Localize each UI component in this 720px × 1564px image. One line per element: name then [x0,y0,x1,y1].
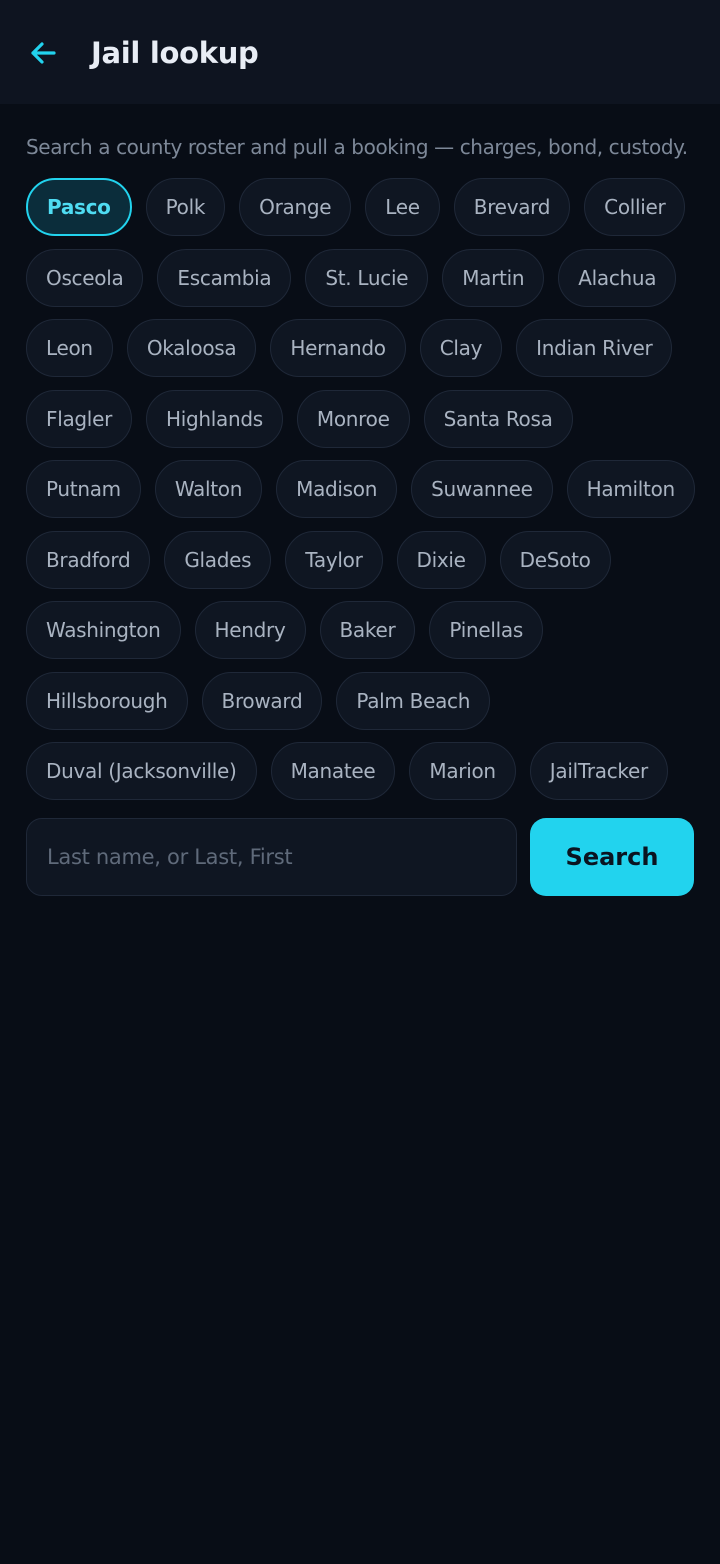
chip-row: Hillsborough Broward Palm Beach [26,671,698,730]
county-chip-baker[interactable]: Baker [319,601,416,659]
county-chip-washington[interactable]: Washington [26,601,181,659]
county-chip-pasco[interactable]: Pasco [26,178,132,236]
county-chip-osceola[interactable]: Osceola [26,248,144,307]
county-chip-clay[interactable]: Clay [419,319,503,377]
chip-row: Leon Okaloosa Hernando Clay Indian River [26,319,698,377]
county-chip-alachua[interactable]: Alachua [558,248,677,307]
county-chip-list: Pasco Polk Orange Lee Brevard Collier Osceola E… [26,178,698,813]
county-chip-orange[interactable]: Orange [239,178,352,236]
county-chip-hamilton[interactable]: Hamilton [566,460,695,518]
chip-row: Pasco Polk Orange Lee Brevard Collier [26,178,698,236]
county-chip-flagler[interactable]: Flagler [26,389,132,448]
chip-row: Duval (Jacksonville) Manatee Marion JailTra… [26,742,698,800]
chip-row: Osceola Escambia St. Lucie Martin Alachua [26,248,698,307]
county-chip-duval-jacksonville[interactable]: Duval (Jacksonville) [26,742,257,800]
county-chip-walton[interactable]: Walton [154,460,263,518]
search-input[interactable] [26,818,517,896]
page-title: Jail lookup [91,36,259,70]
chip-row: Washington Hendry Baker Pinellas [26,601,698,659]
county-chip-desoto[interactable]: DeSoto [499,530,611,589]
chip-row: Putnam Walton Madison Suwannee Hamilton [26,460,698,518]
county-chip-collier[interactable]: Collier [584,178,686,236]
county-chip-polk[interactable]: Polk [145,178,226,236]
county-chip-indian-river[interactable]: Indian River [516,319,673,377]
county-chip-monroe[interactable]: Monroe [296,389,410,448]
county-chip-jailtracker[interactable]: JailTracker [529,742,668,800]
county-chip-st-lucie[interactable]: St. Lucie [305,248,429,307]
county-chip-escambia[interactable]: Escambia [157,248,292,307]
county-chip-putnam[interactable]: Putnam [26,460,141,518]
county-chip-dixie[interactable]: Dixie [396,530,486,589]
county-chip-manatee[interactable]: Manatee [270,742,396,800]
county-chip-bradford[interactable]: Bradford [26,530,151,589]
county-chip-brevard[interactable]: Brevard [453,178,571,236]
county-chip-marion[interactable]: Marion [409,742,516,800]
county-chip-hernando[interactable]: Hernando [270,319,406,377]
county-chip-taylor[interactable]: Taylor [285,530,383,589]
county-chip-okaloosa[interactable]: Okaloosa [126,319,257,377]
county-chip-hillsborough[interactable]: Hillsborough [26,671,188,730]
page-subtitle: Search a county roster and pull a bookin… [26,135,688,159]
app-header: Jail lookup [0,0,720,104]
chip-row: Flagler Highlands Monroe Santa Rosa [26,389,698,448]
county-chip-suwannee[interactable]: Suwannee [411,460,553,518]
search-button[interactable]: Search [530,818,694,896]
county-chip-pinellas[interactable]: Pinellas [429,601,543,659]
county-chip-hendry[interactable]: Hendry [194,601,306,659]
county-chip-lee[interactable]: Lee [365,178,440,236]
back-button[interactable] [26,36,60,70]
county-chip-madison[interactable]: Madison [276,460,398,518]
county-chip-broward[interactable]: Broward [201,671,323,730]
chip-row: Bradford Glades Taylor Dixie DeSoto [26,530,698,589]
county-chip-martin[interactable]: Martin [442,248,545,307]
county-chip-glades[interactable]: Glades [164,530,272,589]
county-chip-leon[interactable]: Leon [26,319,113,377]
county-chip-santa-rosa[interactable]: Santa Rosa [423,389,573,448]
county-chip-highlands[interactable]: Highlands [146,389,283,448]
county-chip-palm-beach[interactable]: Palm Beach [336,671,491,730]
arrow-left-icon [31,42,56,64]
